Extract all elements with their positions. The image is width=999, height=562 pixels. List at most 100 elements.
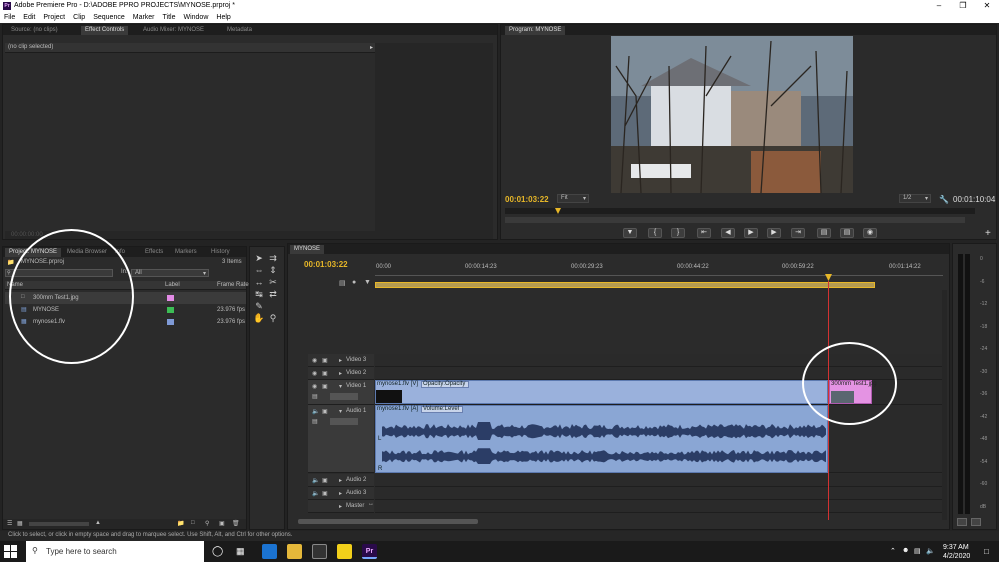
expand-triangle-icon[interactable]: ▸: [339, 503, 342, 510]
track-header-audio3[interactable]: 🔈 ▣ ▸ Audio 3: [308, 487, 374, 500]
tab-markers[interactable]: Markers: [171, 248, 201, 257]
notification-icon[interactable]: □: [984, 547, 989, 556]
lock-icon[interactable]: ▣: [322, 370, 328, 377]
add-button-icon[interactable]: +: [985, 228, 991, 239]
go-to-in-button[interactable]: ⇤: [697, 228, 711, 238]
step-forward-button[interactable]: ▶: [767, 228, 781, 238]
file-explorer-icon[interactable]: [287, 544, 302, 559]
go-to-out-button[interactable]: ⇥: [791, 228, 805, 238]
program-timecode[interactable]: 00:01:03:22: [505, 195, 549, 204]
tab-effect-controls[interactable]: Effect Controls: [81, 26, 129, 35]
menu-sequence[interactable]: Sequence: [89, 12, 129, 21]
menu-help[interactable]: Help: [212, 12, 234, 21]
slide-tool-icon[interactable]: ⇄: [267, 288, 279, 300]
lock-icon[interactable]: ▣: [322, 383, 328, 390]
ripple-edit-tool-icon[interactable]: ⇔: [253, 264, 265, 276]
tab-metadata[interactable]: Metadata: [223, 26, 256, 35]
eye-icon[interactable]: ◉: [312, 370, 317, 377]
audio-clip[interactable]: mynose1.flv [A] Volume:Level L R: [375, 405, 828, 473]
menu-title[interactable]: Title: [159, 12, 180, 21]
marker-icon[interactable]: ●: [352, 279, 356, 286]
find-icon[interactable]: ⚲: [205, 520, 209, 527]
keyframe-nav[interactable]: [330, 418, 358, 425]
lock-icon[interactable]: ▣: [322, 477, 328, 484]
label-color-swatch[interactable]: [167, 307, 174, 313]
people-icon[interactable]: ☻: [902, 547, 909, 554]
minimize-icon[interactable]: –: [927, 0, 951, 12]
solo-right-button[interactable]: [971, 518, 981, 526]
lift-button[interactable]: ▤: [817, 228, 831, 238]
time-ruler[interactable]: 00:00 00:00:14:23 00:00:29:23 00:00:44:2…: [375, 262, 943, 276]
track-header-audio2[interactable]: 🔈 ▣ ▸ Audio 2: [308, 474, 374, 487]
sticky-notes-icon[interactable]: [337, 544, 352, 559]
store-icon[interactable]: [312, 544, 327, 559]
label-color-swatch[interactable]: [167, 319, 174, 325]
windows-start-icon[interactable]: [4, 545, 17, 558]
zoom-slider[interactable]: [29, 522, 89, 526]
cortana-icon[interactable]: ◯: [212, 546, 223, 557]
menu-file[interactable]: File: [0, 12, 19, 21]
maximize-icon[interactable]: ❐: [951, 0, 975, 12]
track-select-tool-icon[interactable]: ⇉: [267, 252, 279, 264]
icon-view-icon[interactable]: ▦: [17, 520, 23, 527]
fit-dropdown[interactable]: Fit ▾: [557, 194, 589, 203]
track-header-video2[interactable]: ◉ ▣ ▸ Video 2: [308, 367, 374, 380]
bin-icon[interactable]: 📁: [177, 520, 184, 527]
timeline-timecode[interactable]: 00:01:03:22: [304, 260, 348, 269]
play-button[interactable]: ▶: [744, 228, 758, 238]
new-item-icon[interactable]: □: [191, 520, 195, 526]
track-header-video1[interactable]: ◉ ▣ ▾ Video 1 ▤: [308, 380, 374, 405]
tab-program[interactable]: Program: MYNOSE: [505, 26, 566, 35]
menu-marker[interactable]: Marker: [129, 12, 159, 21]
keyframe-nav[interactable]: [330, 393, 358, 400]
lock-icon[interactable]: ▣: [322, 357, 328, 364]
expand-triangle-icon[interactable]: ▾: [339, 383, 342, 390]
menu-clip[interactable]: Clip: [69, 12, 89, 21]
track-lane-master[interactable]: [375, 500, 947, 513]
list-view-icon[interactable]: ☰: [7, 520, 12, 527]
network-icon[interactable]: ▤: [914, 547, 921, 555]
tab-source[interactable]: Source: (no clips): [7, 26, 62, 35]
task-view-icon[interactable]: ▦: [236, 546, 245, 557]
timeline-scrollbar[interactable]: [298, 519, 478, 524]
video-clip[interactable]: mynose1.flv [V] Opacity:Opacity: [375, 380, 828, 404]
display-style-icon[interactable]: ▤: [312, 418, 318, 425]
eye-icon[interactable]: ◉: [312, 357, 317, 364]
playhead-marker-icon[interactable]: [555, 208, 561, 214]
tab-history[interactable]: History: [207, 248, 234, 257]
export-frame-button[interactable]: ◉: [863, 228, 877, 238]
track-lane-audio3[interactable]: [375, 487, 947, 500]
add-marker-button[interactable]: ▼: [623, 228, 637, 238]
speaker-icon[interactable]: 🔈: [312, 477, 319, 484]
slip-tool-icon[interactable]: ↹: [253, 288, 265, 300]
premiere-taskbar-icon[interactable]: Pr: [362, 544, 377, 559]
menu-window[interactable]: Window: [179, 12, 212, 21]
track-header-video3[interactable]: ◉ ▣ ▸ Video 3: [308, 354, 374, 367]
speaker-icon[interactable]: 🔈: [312, 490, 319, 497]
solo-left-button[interactable]: [957, 518, 967, 526]
close-icon[interactable]: ✕: [975, 0, 999, 12]
track-header-audio1[interactable]: 🔈 ▣ ▾ Audio 1 ▤: [308, 405, 374, 473]
column-frame-rate[interactable]: Frame Rate: [217, 282, 249, 288]
work-area-bar[interactable]: [375, 282, 875, 288]
snap-icon[interactable]: ▤: [339, 279, 346, 287]
tab-timeline-sequence[interactable]: MYNOSE: [290, 245, 325, 254]
expand-triangle-icon[interactable]: ▸: [339, 370, 342, 377]
new-bin-icon[interactable]: ▣: [219, 520, 225, 527]
trash-icon[interactable]: 🗑: [232, 520, 240, 527]
expand-triangle-icon[interactable]: ▸: [339, 490, 342, 497]
wrench-icon[interactable]: 🔧: [939, 195, 949, 204]
menu-project[interactable]: Project: [39, 12, 69, 21]
step-back-button[interactable]: ◀: [721, 228, 735, 238]
in-dropdown[interactable]: All ▾: [131, 269, 209, 277]
pen-tool-icon[interactable]: ✎: [253, 300, 265, 312]
mark-out-button[interactable]: }: [671, 228, 685, 238]
tab-audio-mixer[interactable]: Audio Mixer: MYNOSE: [139, 26, 208, 35]
zoom-tool-icon[interactable]: ⚲: [267, 312, 279, 324]
lock-icon[interactable]: ▣: [322, 408, 328, 415]
rate-stretch-tool-icon[interactable]: ↔: [253, 276, 265, 288]
set-marker-icon[interactable]: ▼: [364, 279, 371, 286]
expand-triangle-icon[interactable]: ▸: [339, 477, 342, 484]
expand-triangle-icon[interactable]: ▸: [339, 357, 342, 364]
menu-edit[interactable]: Edit: [19, 12, 39, 21]
